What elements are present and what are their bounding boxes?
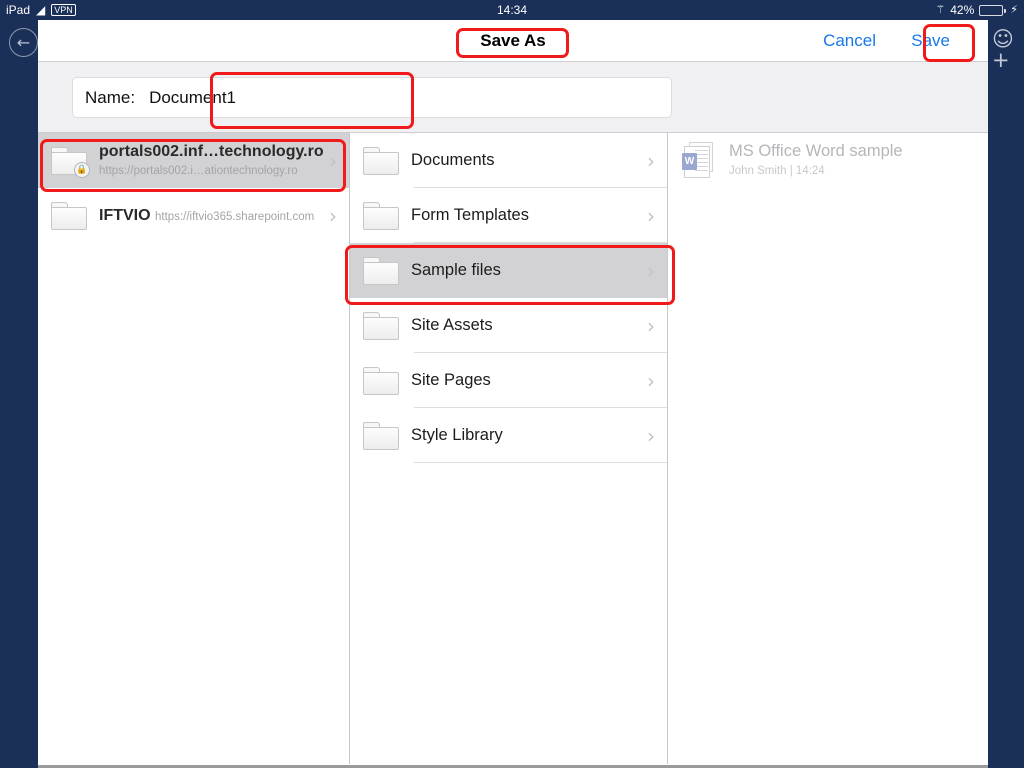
list-item-folder-documents[interactable]: Documents › — [350, 133, 667, 188]
folder-name: Site Pages — [411, 371, 491, 389]
list-item-folder-form-templates[interactable]: Form Templates › — [350, 188, 667, 243]
folder-name: Style Library — [411, 426, 503, 444]
left-app-bar: ← — [0, 20, 38, 768]
folder-icon — [51, 201, 87, 230]
folder-name: Site Assets — [411, 316, 493, 334]
battery-icon — [979, 4, 1007, 16]
folder-locked-icon: 🔒 — [51, 146, 90, 178]
folder-icon — [363, 146, 399, 175]
chevron-right-icon: › — [647, 258, 655, 283]
word-document-icon: W — [681, 141, 715, 180]
name-input-container[interactable]: Name: Document1 — [72, 77, 672, 118]
ios-status-bar: iPad ◢ VPN 14:34 ⚚ 42% ⚡ — [0, 0, 1024, 20]
site-url: https://iftvio365.sharepoint.com — [155, 210, 315, 223]
list-item-site-portals002[interactable]: 🔒 portals002.inf…technology.ro https://p… — [38, 133, 349, 188]
add-person-icon[interactable]: ☺+ — [992, 29, 1024, 71]
folder-name: Documents — [411, 151, 495, 169]
list-item-site-iftvio[interactable]: IFTVIO https://iftvio365.sharepoint.com … — [38, 188, 349, 243]
right-app-bar: ☺+ — [988, 20, 1024, 768]
folder-name: Form Templates — [411, 206, 529, 224]
name-input[interactable]: Document1 — [149, 88, 236, 108]
chevron-right-icon: › — [647, 203, 655, 228]
chevron-right-icon: › — [647, 313, 655, 338]
site-url: https://portals002.i…ationtechnology.ro — [99, 164, 298, 177]
folder-icon — [363, 311, 399, 340]
chevron-right-icon: › — [647, 423, 655, 448]
name-bar: Name: Document1 — [38, 62, 988, 133]
site-title: IFTVIO — [99, 206, 151, 224]
back-arrow-icon[interactable]: ← — [9, 28, 38, 57]
chevron-right-icon: › — [329, 148, 337, 173]
lock-badge-icon: 🔒 — [74, 161, 90, 178]
status-bar-right: ⚚ 42% ⚡ — [935, 0, 1018, 20]
list-item-folder-site-pages[interactable]: Site Pages › — [350, 353, 667, 408]
file-metadata: John Smith | 14:24 — [729, 165, 825, 177]
word-badge-letter: W — [682, 152, 697, 170]
rotation-lock-icon: ⚚ — [935, 3, 946, 16]
save-as-dialog: Save As Cancel Save Name: Document1 🔒 po… — [38, 20, 988, 765]
list-item-folder-site-assets[interactable]: Site Assets › — [350, 298, 667, 353]
file-browser-columns: 🔒 portals002.inf…technology.ro https://p… — [38, 133, 988, 764]
battery-percent-label: 42% — [950, 3, 975, 17]
folders-column: Documents › Form Templates › Sample file… — [350, 133, 668, 764]
file-name: MS Office Word sample — [729, 142, 903, 160]
chevron-right-icon: › — [647, 148, 655, 173]
files-column: W MS Office Word sample John Smith | 14:… — [668, 133, 987, 764]
folder-icon — [363, 366, 399, 395]
folder-icon — [363, 421, 399, 450]
dialog-header: Save As Cancel Save — [38, 20, 988, 62]
list-item-folder-sample-files[interactable]: Sample files › — [350, 243, 667, 298]
chevron-right-icon: › — [329, 203, 337, 228]
name-label: Name: — [85, 87, 136, 107]
list-item-file-word-sample[interactable]: W MS Office Word sample John Smith | 14:… — [668, 133, 987, 188]
list-item-folder-style-library[interactable]: Style Library › — [350, 408, 667, 463]
save-button[interactable]: Save — [911, 20, 950, 62]
lightning-bolt-icon: ⚡ — [1010, 3, 1018, 16]
status-bar-clock: 14:34 — [496, 3, 528, 17]
folder-name: Sample files — [411, 261, 501, 279]
chevron-right-icon: › — [647, 368, 655, 393]
cancel-button[interactable]: Cancel — [823, 20, 876, 62]
sites-column: 🔒 portals002.inf…technology.ro https://p… — [38, 133, 350, 764]
site-title: portals002.inf…technology.ro — [99, 142, 324, 160]
folder-icon — [363, 201, 399, 230]
folder-icon — [363, 256, 399, 285]
